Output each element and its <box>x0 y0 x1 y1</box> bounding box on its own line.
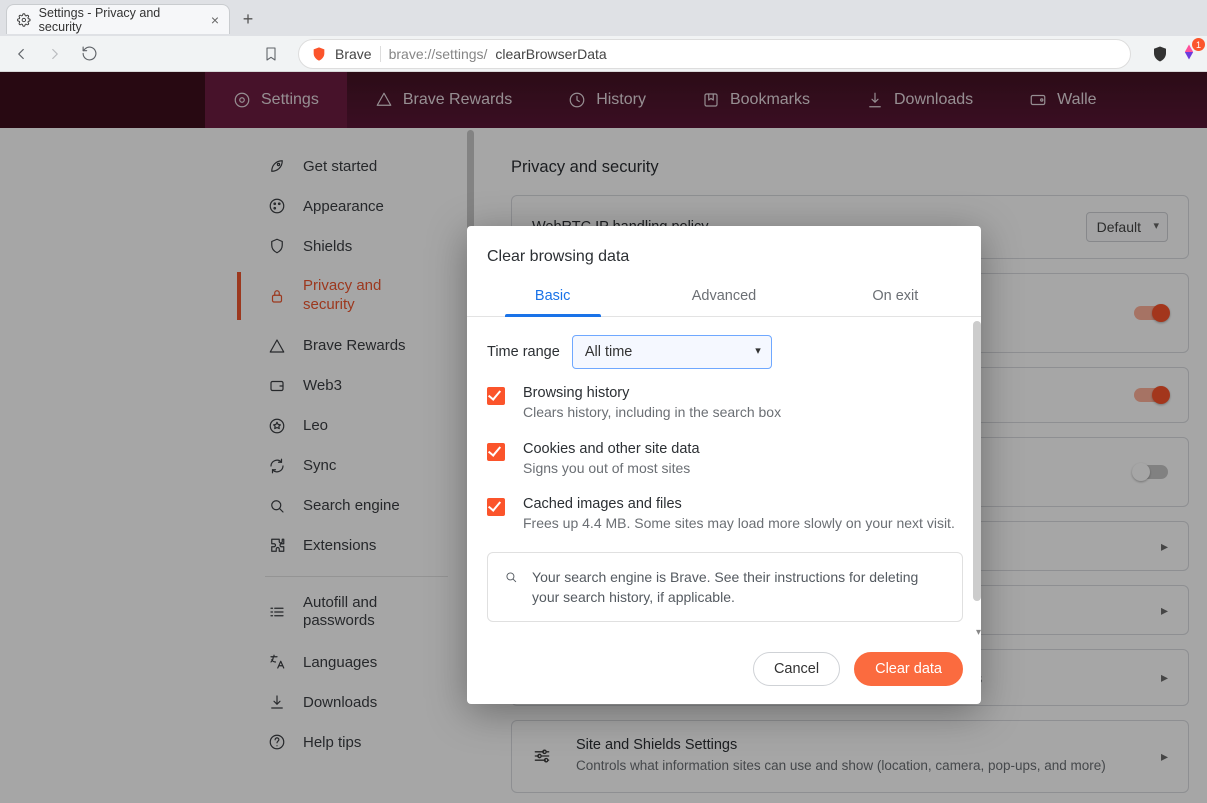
dialog-scrollbar[interactable]: ▾ <box>973 317 981 640</box>
browser-tab[interactable]: Settings - Privacy and security × <box>6 4 230 34</box>
url-origin: brave://settings/ <box>389 46 488 62</box>
tab-basic[interactable]: Basic <box>467 278 638 316</box>
back-button[interactable] <box>8 41 34 67</box>
search-icon <box>504 567 518 587</box>
separator <box>380 46 381 62</box>
brave-shield-icon <box>311 46 327 62</box>
brand-label: Brave <box>335 46 372 62</box>
option-cookies[interactable]: Cookies and other site dataSigns you out… <box>487 441 963 479</box>
badge-count: 1 <box>1192 38 1205 51</box>
tab-advanced[interactable]: Advanced <box>638 278 809 316</box>
clear-data-button[interactable]: Clear data <box>854 652 963 686</box>
option-history[interactable]: Browsing historyClears history, includin… <box>487 385 963 423</box>
new-tab-button[interactable]: + <box>234 5 262 33</box>
tab-title: Settings - Privacy and security <box>39 6 203 34</box>
checkbox-cache[interactable] <box>487 498 505 516</box>
tab-onexit[interactable]: On exit <box>810 278 981 316</box>
close-icon[interactable]: × <box>211 12 219 28</box>
dialog-tabs: Basic Advanced On exit <box>467 278 981 317</box>
clear-data-dialog: Clear browsing data Basic Advanced On ex… <box>467 226 981 704</box>
checkbox-history[interactable] <box>487 387 505 405</box>
rewards-icon[interactable]: 1 <box>1179 42 1199 65</box>
forward-button[interactable] <box>42 41 68 67</box>
dialog-title: Clear browsing data <box>467 226 981 278</box>
address-bar[interactable]: Brave brave://settings/clearBrowserData <box>298 39 1131 69</box>
shield-dark-icon[interactable] <box>1151 45 1169 63</box>
checkbox-cookies[interactable] <box>487 443 505 461</box>
bookmark-icon[interactable] <box>258 41 284 67</box>
time-range-select[interactable]: All time <box>572 335 772 369</box>
toolbar: Brave brave://settings/clearBrowserData … <box>0 36 1207 72</box>
option-cache[interactable]: Cached images and filesFrees up 4.4 MB. … <box>487 496 963 534</box>
gear-icon <box>17 13 31 27</box>
tab-strip: Settings - Privacy and security × + <box>0 0 1207 36</box>
url-path: clearBrowserData <box>495 46 606 62</box>
search-engine-note: Your search engine is Brave. See their i… <box>487 552 963 623</box>
cancel-button[interactable]: Cancel <box>753 652 840 686</box>
time-range-label: Time range <box>487 344 560 360</box>
reload-button[interactable] <box>76 41 102 67</box>
